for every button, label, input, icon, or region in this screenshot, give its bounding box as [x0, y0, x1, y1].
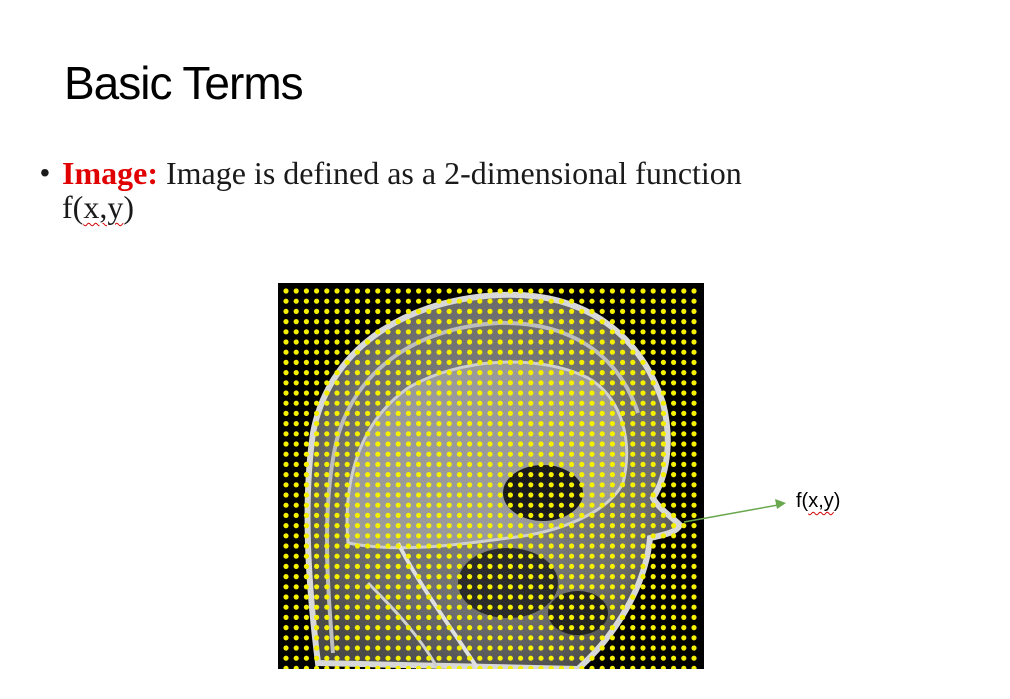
callout-name: f( — [796, 490, 809, 512]
callout-args: x,y — [808, 490, 834, 512]
callout-close: ) — [833, 490, 841, 512]
arrowhead-icon — [775, 499, 786, 509]
callout-label: f(x,y) — [796, 490, 840, 513]
pointer-arrow — [683, 499, 786, 523]
slide: Basic Terms • Image: Image is defined as… — [0, 0, 1010, 699]
